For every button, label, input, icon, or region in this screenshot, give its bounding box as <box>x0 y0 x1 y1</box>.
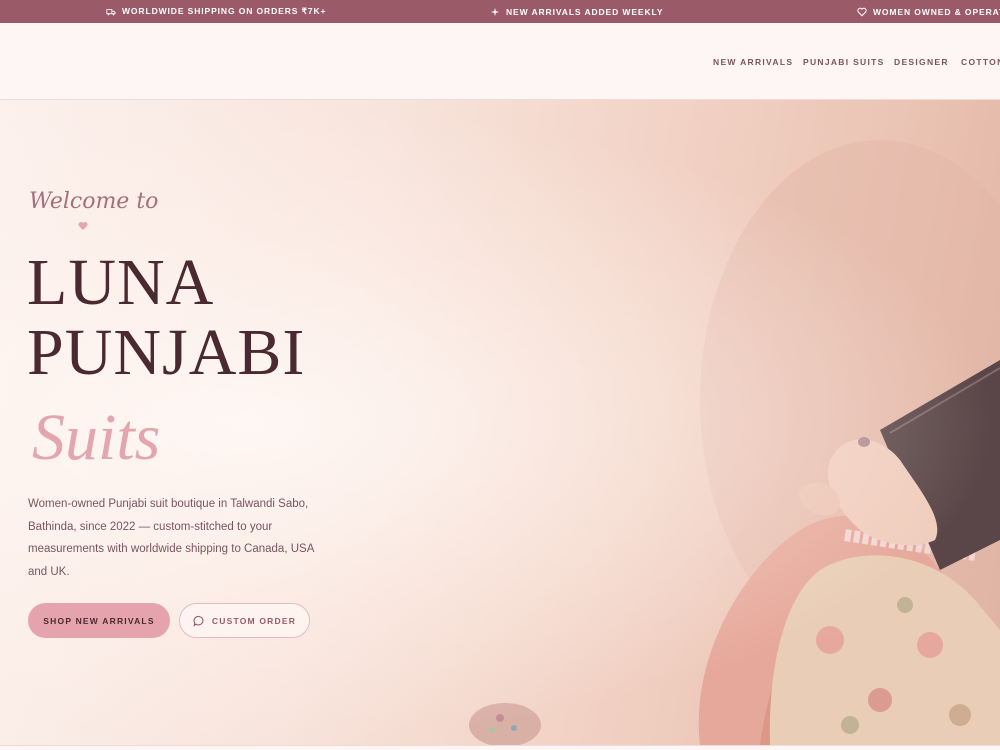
nav-cotton[interactable]: COTTON <box>961 23 1000 100</box>
chat-bubble-icon <box>193 615 204 627</box>
nav-new-arrivals[interactable]: NEW ARRIVALS <box>713 23 793 100</box>
site-header: NEW ARRIVALS PUNJABI SUITS DESIGNER COTT… <box>0 23 1000 100</box>
custom-order-button[interactable]: CUSTOM ORDER <box>179 603 310 638</box>
nav-designer[interactable]: DESIGNER <box>894 23 949 100</box>
hero-subtitle: Suits <box>32 401 161 474</box>
hero-title: LUNA PUNJABI <box>27 248 305 388</box>
announcement-women-owned: WOMEN OWNED & OPERATED <box>857 0 1000 23</box>
sparkle-icon <box>490 7 500 16</box>
announcement-women-owned-text: WOMEN OWNED & OPERATED <box>873 6 1000 17</box>
hero-title-line2: PUNJABI <box>27 316 306 389</box>
shop-new-arrivals-button[interactable]: SHOP NEW ARRIVALS <box>28 603 170 638</box>
custom-order-label: CUSTOM ORDER <box>211 615 297 626</box>
announcement-shipping: WORLDWIDE SHIPPING ON ORDERS ₹7K+ <box>106 0 326 23</box>
heart-icon <box>857 7 867 16</box>
hero-section: Welcome to LUNA PUNJABI Suits Women-owne… <box>0 100 1000 745</box>
hero-welcome: Welcome to <box>29 189 159 214</box>
hero-title-line1: LUNA <box>27 246 215 319</box>
announcement-arrivals: NEW ARRIVALS ADDED WEEKLY <box>490 0 663 23</box>
announcement-shipping-text: WORLDWIDE SHIPPING ON ORDERS ₹7K+ <box>122 6 327 16</box>
announcement-arrivals-text: NEW ARRIVALS ADDED WEEKLY <box>506 6 664 17</box>
hero-description: Women-owned Punjabi suit boutique in Tal… <box>28 498 314 578</box>
announcement-bar: WORLDWIDE SHIPPING ON ORDERS ₹7K+ NEW AR… <box>0 0 1000 23</box>
bottom-strip <box>0 745 1000 750</box>
nav-punjabi-suits[interactable]: PUNJABI SUITS <box>803 23 885 100</box>
truck-icon <box>106 8 116 15</box>
heart-icon <box>78 222 88 231</box>
